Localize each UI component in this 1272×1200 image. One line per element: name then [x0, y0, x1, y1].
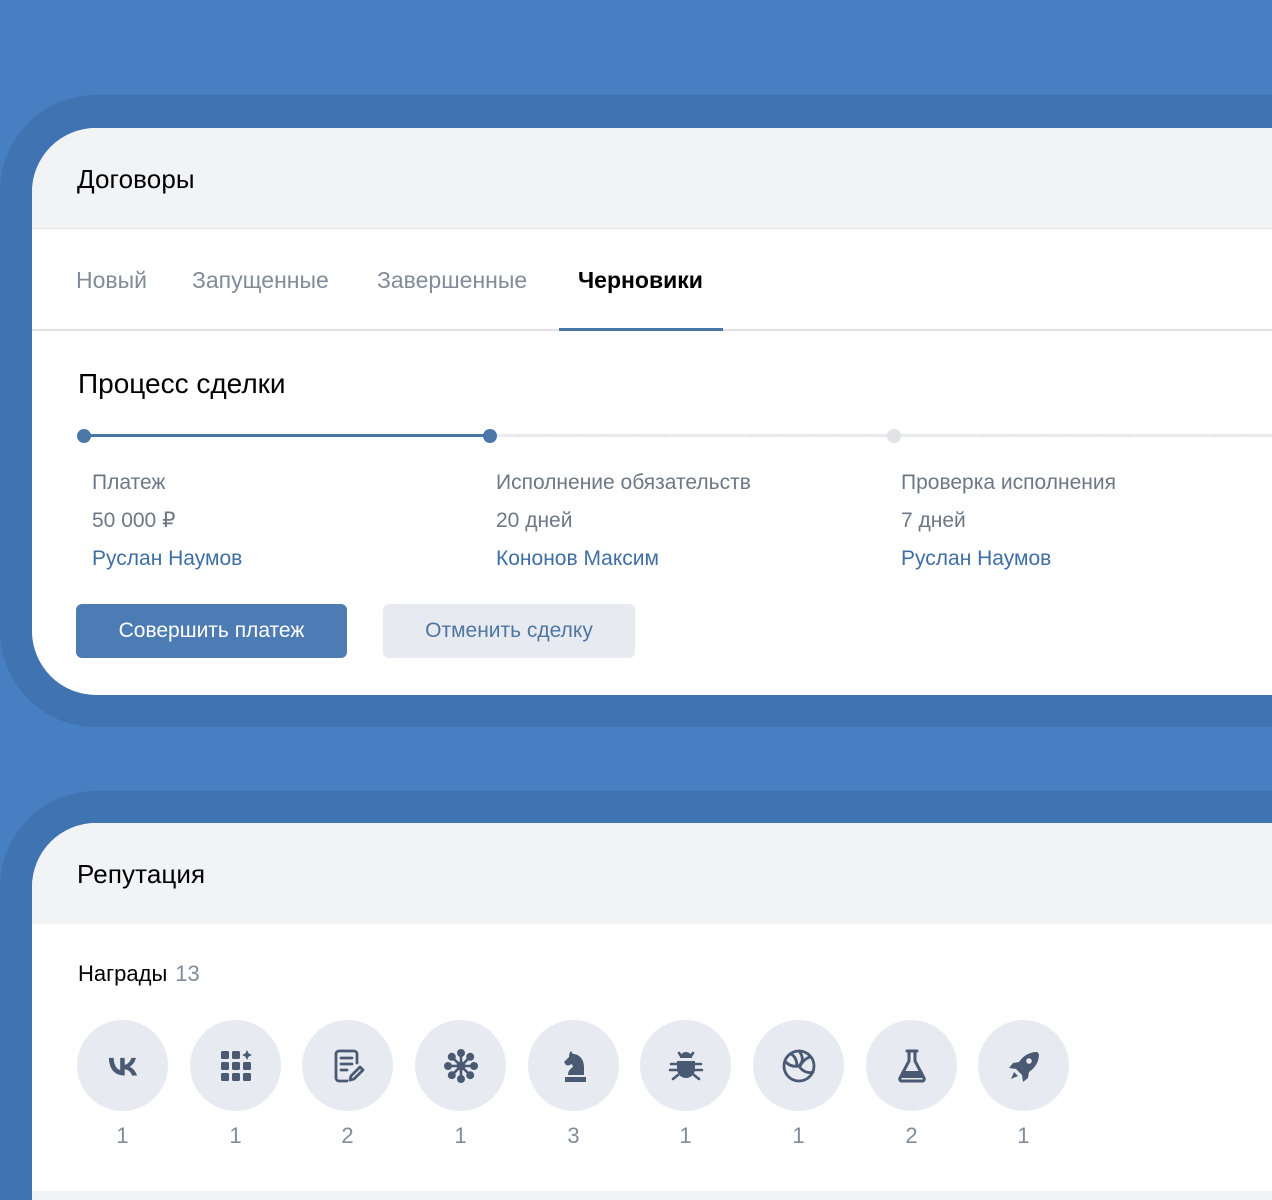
step-value: 50 000 ₽	[92, 509, 176, 532]
snowflake-icon	[443, 1048, 478, 1083]
tab-running[interactable]: Запущенные	[192, 267, 329, 294]
progress-track	[84, 434, 1272, 437]
bug-icon	[668, 1051, 703, 1080]
contracts-header: Договоры	[32, 128, 1272, 229]
award-count: 2	[341, 1123, 354, 1148]
award-count: 1	[229, 1123, 242, 1148]
step-person-link[interactable]: Руслан Наумов	[901, 540, 1116, 578]
step-execution: Исполнение обязательств 20 дней Кононов …	[496, 464, 751, 578]
award-item: 1	[77, 1020, 168, 1149]
award-item: 1	[640, 1020, 731, 1149]
step-label: Исполнение обязательств	[496, 471, 751, 494]
award-item: 2	[302, 1020, 393, 1149]
step-value: 7 дней	[901, 509, 966, 532]
awards-label: Награды	[78, 961, 168, 986]
tab-new[interactable]: Новый	[76, 267, 147, 294]
award-count: 1	[116, 1123, 129, 1148]
award-count: 1	[454, 1123, 467, 1148]
volleyball-icon	[782, 1049, 815, 1082]
award-badge[interactable]	[640, 1020, 731, 1111]
tab-completed[interactable]: Завершенные	[377, 267, 527, 294]
award-count: 1	[679, 1123, 692, 1148]
award-count: 1	[1017, 1123, 1030, 1148]
contracts-tabs: Новый Запущенные Завершенные Черновики	[32, 229, 1272, 331]
award-item: 3	[528, 1020, 619, 1149]
reputation-title: Репутация	[77, 859, 206, 889]
apps-grid-icon	[220, 1049, 252, 1081]
chess-knight-icon	[563, 1050, 586, 1082]
award-item: 2	[866, 1020, 957, 1149]
document-edit-icon	[334, 1049, 364, 1082]
award-badge[interactable]	[866, 1020, 957, 1111]
award-item: 1	[753, 1020, 844, 1149]
award-badge[interactable]	[77, 1020, 168, 1111]
flask-icon	[897, 1049, 926, 1082]
progress-track-pending	[490, 434, 1272, 437]
progress-track-done	[84, 434, 490, 437]
award-badge[interactable]	[190, 1020, 281, 1111]
award-badge[interactable]	[753, 1020, 844, 1111]
reputation-card: Репутация Награды 13 1 1 2 1 3 1 1 2 1	[32, 823, 1272, 1200]
award-badge[interactable]	[978, 1020, 1069, 1111]
step-dot-execution	[483, 429, 497, 443]
active-tab-indicator	[559, 328, 723, 331]
contracts-title: Договоры	[77, 164, 195, 194]
vk-logo-icon	[108, 1057, 137, 1075]
step-value: 20 дней	[496, 509, 573, 532]
award-count: 2	[905, 1123, 918, 1148]
step-payment: Платеж 50 000 ₽ Руслан Наумов	[92, 464, 242, 578]
step-label: Платеж	[92, 471, 166, 494]
step-person-link[interactable]: Кононов Максим	[496, 540, 751, 578]
awards-count: 13	[175, 961, 200, 986]
card-footer-strip	[32, 1191, 1272, 1200]
award-count: 3	[567, 1123, 580, 1148]
awards-heading: Награды 13	[78, 961, 200, 987]
cancel-deal-button[interactable]: Отменить сделку	[383, 604, 635, 658]
step-verification: Проверка исполнения 7 дней Руслан Наумов	[901, 464, 1116, 578]
step-dot-payment	[77, 429, 91, 443]
award-badge[interactable]	[415, 1020, 506, 1111]
award-badge[interactable]	[528, 1020, 619, 1111]
make-payment-button[interactable]: Совершить платеж	[76, 604, 347, 658]
contracts-card: Договоры Новый Запущенные Завершенные Че…	[32, 128, 1272, 695]
step-person-link[interactable]: Руслан Наумов	[92, 540, 242, 578]
award-count: 1	[792, 1123, 805, 1148]
tab-drafts[interactable]: Черновики	[578, 267, 703, 294]
step-dot-verification	[887, 429, 901, 443]
award-badge[interactable]	[302, 1020, 393, 1111]
rocket-icon	[1008, 1051, 1039, 1082]
award-item: 1	[190, 1020, 281, 1149]
step-label: Проверка исполнения	[901, 471, 1116, 494]
process-title: Процесс сделки	[78, 368, 286, 399]
reputation-header: Репутация	[32, 823, 1272, 924]
award-item: 1	[978, 1020, 1069, 1149]
award-item: 1	[415, 1020, 506, 1149]
